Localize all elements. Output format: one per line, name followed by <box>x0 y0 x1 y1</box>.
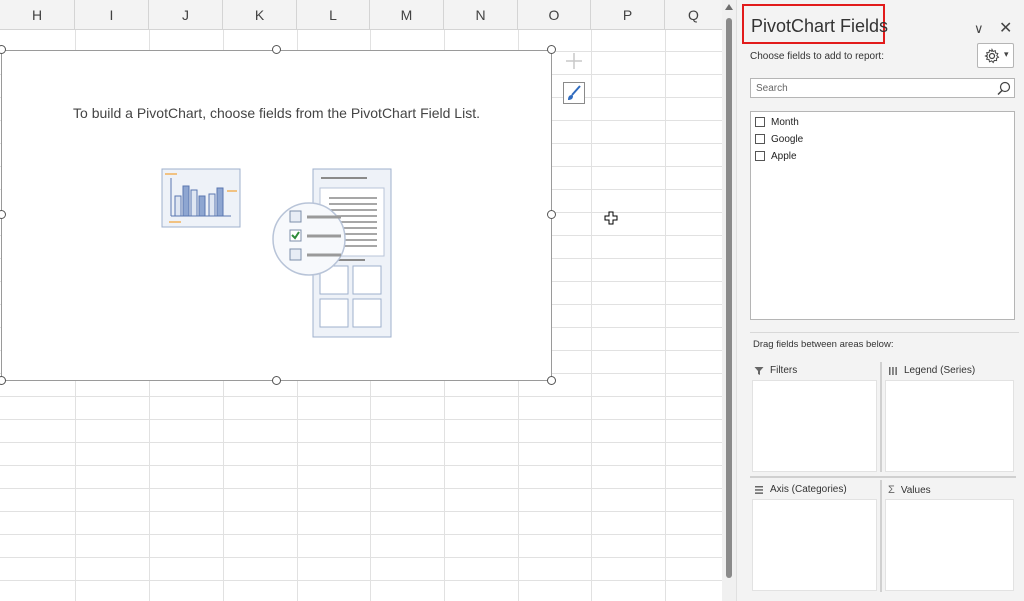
column-header-k[interactable]: K <box>223 0 297 30</box>
column-header-p[interactable]: P <box>591 0 665 30</box>
close-icon[interactable]: ✕ <box>999 18 1012 38</box>
resize-handle-top[interactable] <box>272 45 281 54</box>
chevron-down-icon[interactable]: ∨ <box>974 21 984 37</box>
pane-title: PivotChart Fields <box>751 16 889 36</box>
resize-handle-bottom[interactable] <box>272 376 281 385</box>
filters-drop-area[interactable] <box>752 380 877 472</box>
axis-drop-area[interactable] <box>752 499 877 591</box>
field-checkbox-apple[interactable] <box>755 151 765 161</box>
filter-icon <box>754 366 764 376</box>
chart-instruction-text: To build a PivotChart, choose fields fro… <box>73 105 480 121</box>
field-search-box[interactable] <box>750 78 1015 98</box>
resize-handle-right[interactable] <box>547 210 556 219</box>
area-horizontal-divider <box>750 476 1016 478</box>
field-label: Apple <box>771 150 797 162</box>
drag-fields-label: Drag fields between areas below: <box>753 339 894 350</box>
column-header-h[interactable]: H <box>0 0 75 30</box>
area-vertical-divider <box>880 480 882 592</box>
field-label: Google <box>771 133 804 145</box>
field-item-google[interactable]: Google <box>755 131 803 147</box>
legend-columns-icon <box>888 366 898 376</box>
axis-rows-icon <box>754 485 764 495</box>
values-label: Values <box>900 484 931 496</box>
values-drop-area[interactable] <box>885 499 1014 591</box>
choose-fields-label: Choose fields to add to report: <box>750 51 884 62</box>
legend-area-title: Legend (Series) <box>888 365 975 376</box>
chart-styles-brush-button[interactable] <box>563 82 585 104</box>
field-checkbox-month[interactable] <box>755 117 765 127</box>
values-area-title: Σ Values <box>888 484 931 496</box>
search-input[interactable] <box>751 79 991 97</box>
column-headers: H I J K L M N O P Q <box>0 0 722 30</box>
field-label: Month <box>771 116 799 128</box>
move-cursor-icon <box>604 211 618 225</box>
legend-label: Legend (Series) <box>904 365 976 376</box>
column-header-m[interactable]: M <box>370 0 444 30</box>
area-vertical-divider <box>880 362 882 472</box>
pivotchart-placeholder[interactable]: To build a PivotChart, choose fields fro… <box>1 50 552 381</box>
vertical-scrollbar[interactable] <box>722 0 736 601</box>
scroll-up-arrow-icon[interactable] <box>725 4 733 10</box>
sigma-icon: Σ <box>888 484 895 496</box>
column-header-q[interactable]: Q <box>665 0 722 30</box>
search-icon[interactable] <box>997 81 1011 95</box>
field-item-apple[interactable]: Apple <box>755 148 797 164</box>
filters-label: Filters <box>770 365 798 376</box>
column-header-j[interactable]: J <box>149 0 223 30</box>
column-header-n[interactable]: N <box>444 0 518 30</box>
field-checkbox-google[interactable] <box>755 134 765 144</box>
column-header-o[interactable]: O <box>518 0 591 30</box>
scrollbar-thumb[interactable] <box>726 18 732 578</box>
paintbrush-icon <box>568 85 581 100</box>
resize-handle-bottom-right[interactable] <box>547 376 556 385</box>
chart-elements-plus-icon[interactable] <box>563 50 585 72</box>
section-divider <box>750 332 1019 333</box>
pivotchart-fields-pane: PivotChart Fields ∨ ✕ Choose fields to a… <box>736 0 1024 601</box>
pivotchart-illustration-icon <box>161 168 392 338</box>
axis-label: Axis (Categories) <box>770 484 847 495</box>
column-header-l[interactable]: L <box>297 0 370 30</box>
legend-drop-area[interactable] <box>885 380 1014 472</box>
tools-settings-button[interactable]: ▾ <box>977 43 1014 68</box>
axis-area-title: Axis (Categories) <box>754 484 847 495</box>
column-header-i[interactable]: I <box>75 0 149 30</box>
gear-icon <box>984 48 1000 64</box>
field-item-month[interactable]: Month <box>755 114 799 130</box>
dropdown-caret-icon: ▾ <box>1004 49 1009 59</box>
field-list: Month Google Apple <box>750 111 1015 320</box>
resize-handle-top-right[interactable] <box>547 45 556 54</box>
filters-area-title: Filters <box>754 365 797 376</box>
spreadsheet-area[interactable]: H I J K L M N O P Q To build a PivotChar… <box>0 0 722 601</box>
